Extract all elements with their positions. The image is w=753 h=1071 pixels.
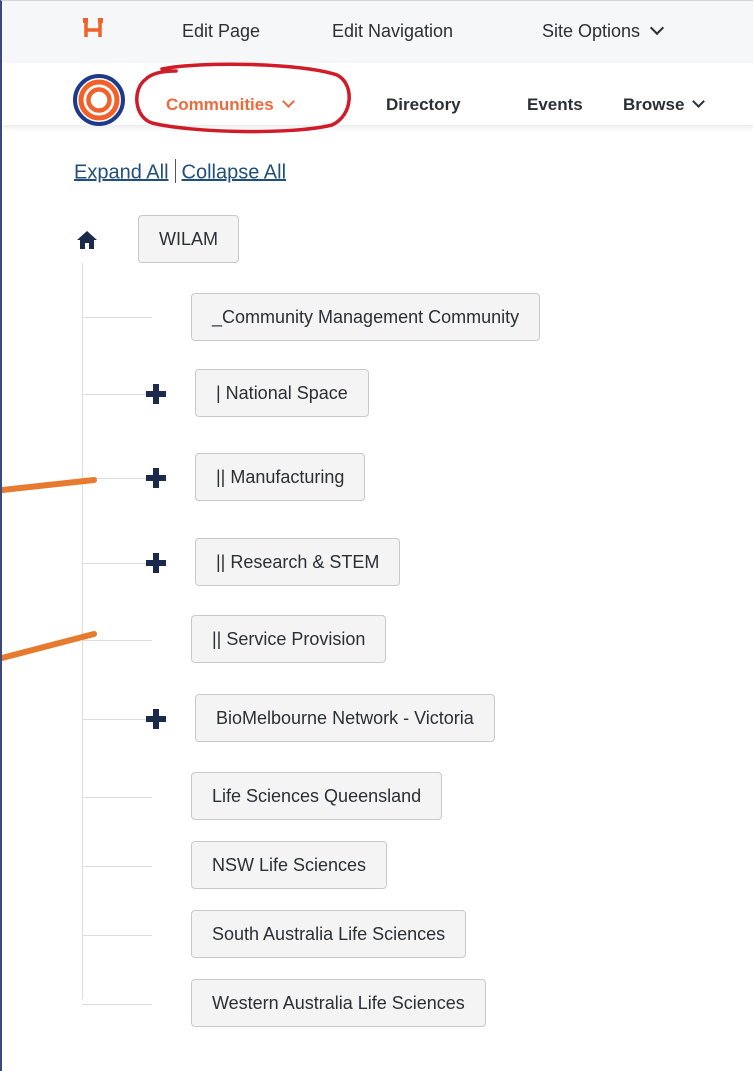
nav-communities-label: Communities xyxy=(166,95,274,114)
tree-node-community-management[interactable]: _Community Management Community xyxy=(191,293,541,341)
main-nav: Communities Directory Events Browse xyxy=(2,63,753,127)
tree-connector xyxy=(82,563,152,564)
tree-connector xyxy=(82,478,152,479)
nav-browse-label: Browse xyxy=(623,95,685,114)
hl-logo-icon[interactable] xyxy=(80,15,106,41)
concentric-circles-logo[interactable] xyxy=(72,73,126,127)
tree-node-biomelbourne[interactable]: BioMelbourne Network - Victoria xyxy=(195,694,495,742)
plus-icon[interactable] xyxy=(146,468,166,488)
site-options-menu[interactable]: Site Options xyxy=(542,20,665,42)
page: Edit Page Edit Navigation Site Options C… xyxy=(0,0,753,1071)
tree-connector xyxy=(82,640,152,641)
plus-icon[interactable] xyxy=(146,709,166,729)
admin-bar: Edit Page Edit Navigation Site Options xyxy=(2,1,753,63)
collapse-all-link[interactable]: Collapse All xyxy=(182,161,287,183)
chevron-down-icon xyxy=(649,20,665,36)
divider xyxy=(174,159,176,183)
plus-icon[interactable] xyxy=(146,384,166,404)
tree-node-nsw-life-sciences[interactable]: NSW Life Sciences xyxy=(191,841,388,889)
orange-annotation-line xyxy=(2,477,97,493)
chevron-down-icon xyxy=(281,95,295,108)
tree-node-service-provision[interactable]: || Service Provision xyxy=(191,615,387,663)
nav-communities[interactable]: Communities xyxy=(166,95,295,115)
nav-events[interactable]: Events xyxy=(527,95,583,115)
site-options-label: Site Options xyxy=(542,21,641,41)
tree-connector xyxy=(82,1004,152,1005)
chevron-down-icon xyxy=(692,95,706,108)
tree-connector xyxy=(82,719,152,720)
tree-node-research-stem[interactable]: || Research & STEM xyxy=(195,538,401,586)
edit-navigation-link[interactable]: Edit Navigation xyxy=(332,21,453,42)
tree-node-western-australia[interactable]: Western Australia Life Sciences xyxy=(191,979,486,1027)
orange-annotation-line xyxy=(2,631,97,661)
tree-connector-vertical xyxy=(82,263,83,999)
expand-all-link[interactable]: Expand All xyxy=(74,161,169,183)
tree-connector xyxy=(82,394,152,395)
tree-connector xyxy=(82,797,152,798)
tree-root-wilam[interactable]: WILAM xyxy=(138,215,240,263)
expand-collapse-controls: Expand All Collapse All xyxy=(74,159,287,185)
tree-node-south-australia[interactable]: South Australia Life Sciences xyxy=(191,910,467,958)
tree-node-national-space[interactable]: | National Space xyxy=(195,369,369,417)
tree-node-manufacturing[interactable]: || Manufacturing xyxy=(195,453,366,501)
nav-directory[interactable]: Directory xyxy=(386,95,461,115)
tree-node-life-sciences-queensland[interactable]: Life Sciences Queensland xyxy=(191,772,443,820)
nav-browse[interactable]: Browse xyxy=(623,95,706,115)
plus-icon[interactable] xyxy=(146,553,166,573)
tree-connector xyxy=(82,866,152,867)
edit-page-link[interactable]: Edit Page xyxy=(182,21,260,42)
home-icon[interactable] xyxy=(76,229,98,251)
tree-connector xyxy=(82,935,152,936)
tree-connector xyxy=(82,317,152,318)
